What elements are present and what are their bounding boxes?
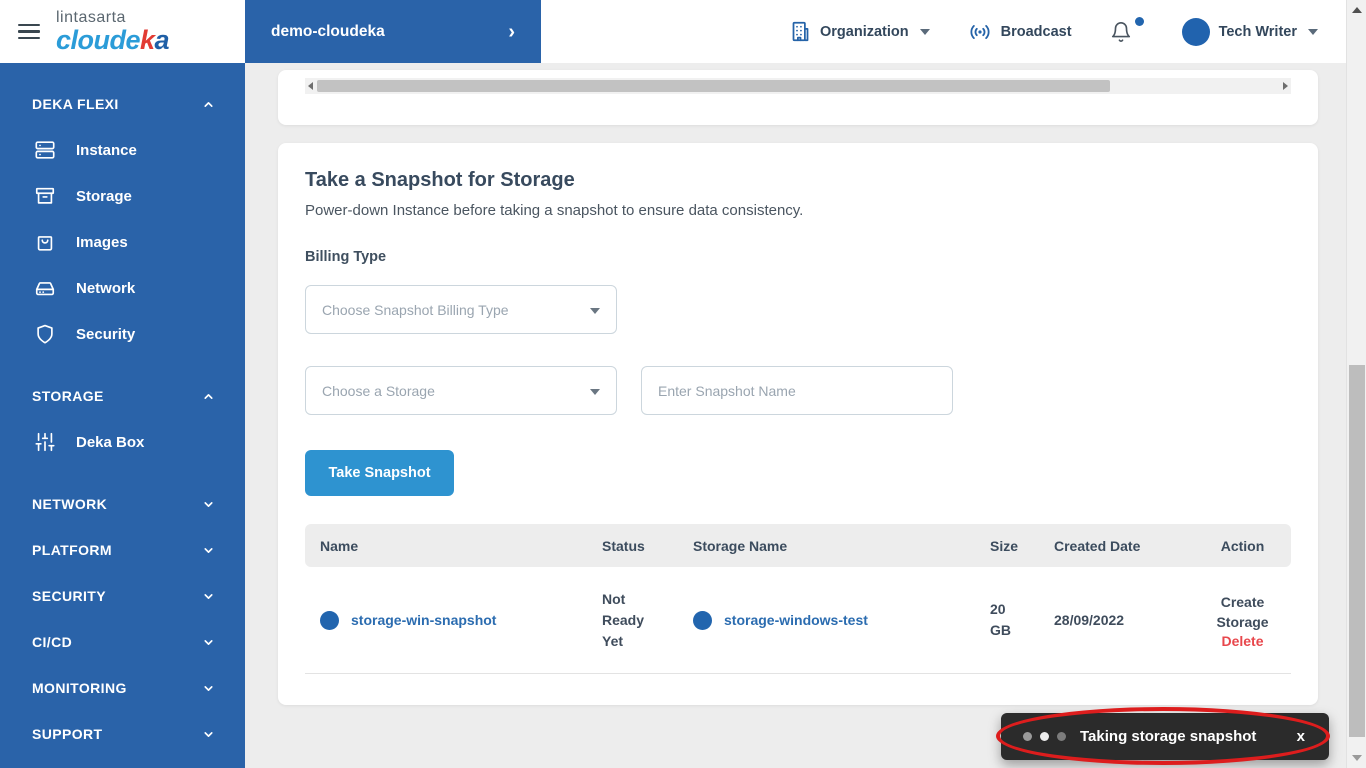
toast-message: Taking storage snapshot bbox=[1080, 728, 1297, 745]
top-actions: Organization Broadcast Tech Writer bbox=[790, 0, 1318, 63]
broadcast-label: Broadcast bbox=[1001, 24, 1072, 40]
snapshot-name-input[interactable] bbox=[642, 367, 952, 414]
chevron-down-icon bbox=[202, 636, 215, 649]
chevron-up-icon bbox=[202, 98, 215, 111]
app-logo: lintasarta cloudeka bbox=[56, 10, 169, 54]
header-storage-name: Storage Name bbox=[693, 538, 990, 554]
bell-icon bbox=[1110, 20, 1132, 44]
organization-label: Organization bbox=[820, 24, 909, 40]
chevron-down-icon bbox=[920, 29, 930, 35]
logo-company-text: lintasarta bbox=[56, 10, 169, 26]
status-value: Not Ready Yet bbox=[602, 589, 658, 652]
sidebar-item-security[interactable]: Security bbox=[0, 311, 245, 357]
snapshot-table: Name Status Storage Name Size Created Da… bbox=[305, 524, 1291, 674]
vertical-scrollbar-thumb[interactable] bbox=[1349, 365, 1365, 737]
chevron-down-icon bbox=[202, 544, 215, 557]
horizontal-scroll-card bbox=[278, 70, 1318, 125]
horizontal-scrollbar-thumb[interactable] bbox=[317, 80, 1110, 92]
broadcast-icon bbox=[968, 22, 992, 42]
sidebar-item-images[interactable]: Images bbox=[0, 219, 245, 265]
created-date-value: 28/09/2022 bbox=[1054, 612, 1124, 628]
hard-drive-icon bbox=[34, 277, 56, 299]
table-header-row: Name Status Storage Name Size Created Da… bbox=[305, 524, 1291, 567]
sidebar-item-deka-box[interactable]: Deka Box bbox=[0, 419, 245, 465]
sliders-icon bbox=[34, 431, 56, 453]
notification-badge bbox=[1135, 17, 1144, 26]
chevron-down-icon bbox=[202, 728, 215, 741]
chevron-down-icon bbox=[202, 498, 215, 511]
sidebar-section-storage[interactable]: STORAGE bbox=[0, 373, 245, 419]
loading-dots-icon bbox=[1023, 732, 1066, 741]
chevron-right-icon: › bbox=[508, 22, 515, 42]
chevron-down-icon bbox=[202, 682, 215, 695]
sidebar-item-instance[interactable]: Instance bbox=[0, 127, 245, 173]
scroll-left-arrow-icon[interactable] bbox=[308, 82, 313, 90]
main-content: Take a Snapshot for Storage Power-down I… bbox=[245, 63, 1366, 768]
snapshot-name-field-wrap bbox=[641, 366, 953, 415]
broadcast-menu[interactable]: Broadcast bbox=[968, 22, 1072, 42]
snapshot-status-dot bbox=[320, 611, 339, 630]
storage-status-dot bbox=[693, 611, 712, 630]
create-storage-link[interactable]: Create Storage bbox=[1208, 592, 1278, 632]
brand-area: lintasarta cloudeka bbox=[0, 0, 245, 63]
top-bar: lintasarta cloudeka demo-cloudeka › Orga… bbox=[0, 0, 1366, 63]
toast-notification: Taking storage snapshot x bbox=[1001, 713, 1329, 760]
snapshot-name-link[interactable]: storage-win-snapshot bbox=[351, 612, 496, 628]
take-snapshot-button[interactable]: Take Snapshot bbox=[305, 450, 454, 496]
caret-down-icon bbox=[590, 308, 600, 314]
scroll-up-arrow-icon[interactable] bbox=[1352, 7, 1362, 13]
sidebar-section-network[interactable]: NETWORK bbox=[0, 481, 245, 527]
project-switcher[interactable]: demo-cloudeka › bbox=[245, 0, 541, 63]
shield-icon bbox=[34, 323, 56, 345]
page-title: Take a Snapshot for Storage bbox=[305, 169, 1291, 192]
storage-name-link[interactable]: storage-windows-test bbox=[724, 612, 868, 628]
vertical-scrollbar[interactable] bbox=[1346, 0, 1366, 768]
sidebar-section-cicd[interactable]: CI/CD bbox=[0, 619, 245, 665]
billing-type-select[interactable]: Choose Snapshot Billing Type bbox=[305, 285, 617, 334]
sidebar-item-network[interactable]: Network bbox=[0, 265, 245, 311]
sidebar-section-platform[interactable]: PLATFORM bbox=[0, 527, 245, 573]
sidebar-section-monitoring[interactable]: MONITORING bbox=[0, 665, 245, 711]
page-subtitle: Power-down Instance before taking a snap… bbox=[305, 202, 1291, 219]
user-name: Tech Writer bbox=[1219, 24, 1297, 40]
server-icon bbox=[34, 139, 56, 161]
sidebar-nav: DEKA FLEXI Instance Storage Images Netwo… bbox=[0, 63, 245, 768]
scroll-down-arrow-icon[interactable] bbox=[1352, 755, 1362, 761]
notifications-button[interactable] bbox=[1110, 20, 1144, 44]
user-menu[interactable]: Tech Writer bbox=[1182, 18, 1318, 46]
chevron-down-icon bbox=[202, 590, 215, 603]
sidebar-section-support[interactable]: SUPPORT bbox=[0, 711, 245, 757]
organization-menu[interactable]: Organization bbox=[790, 21, 930, 42]
header-size: Size bbox=[990, 538, 1054, 554]
header-action: Action bbox=[1194, 538, 1291, 554]
caret-down-icon bbox=[590, 389, 600, 395]
project-name: demo-cloudeka bbox=[271, 23, 385, 41]
horizontal-scrollbar[interactable] bbox=[305, 78, 1291, 94]
organization-icon bbox=[790, 21, 811, 42]
shopping-bag-icon bbox=[34, 231, 56, 253]
sidebar-section-deka-flexi[interactable]: DEKA FLEXI bbox=[0, 81, 245, 127]
header-created-date: Created Date bbox=[1054, 538, 1194, 554]
scroll-right-arrow-icon[interactable] bbox=[1283, 82, 1288, 90]
archive-box-icon bbox=[34, 185, 56, 207]
header-name: Name bbox=[305, 538, 602, 554]
snapshot-card: Take a Snapshot for Storage Power-down I… bbox=[278, 143, 1318, 705]
sidebar-item-storage[interactable]: Storage bbox=[0, 173, 245, 219]
storage-select[interactable]: Choose a Storage bbox=[305, 366, 617, 415]
avatar bbox=[1182, 18, 1210, 46]
header-status: Status bbox=[602, 538, 693, 554]
logo-product-text: cloudeka bbox=[56, 25, 169, 55]
sidebar-section-security[interactable]: SECURITY bbox=[0, 573, 245, 619]
chevron-up-icon bbox=[202, 390, 215, 403]
table-row: storage-win-snapshot Not Ready Yet stora… bbox=[305, 567, 1291, 674]
delete-link[interactable]: Delete bbox=[1194, 633, 1291, 649]
billing-type-label: Billing Type bbox=[305, 249, 1291, 265]
size-value: 20 GB bbox=[990, 599, 1020, 641]
toast-close-button[interactable]: x bbox=[1297, 728, 1305, 745]
chevron-down-icon bbox=[1308, 29, 1318, 35]
hamburger-menu-icon[interactable] bbox=[18, 20, 40, 44]
